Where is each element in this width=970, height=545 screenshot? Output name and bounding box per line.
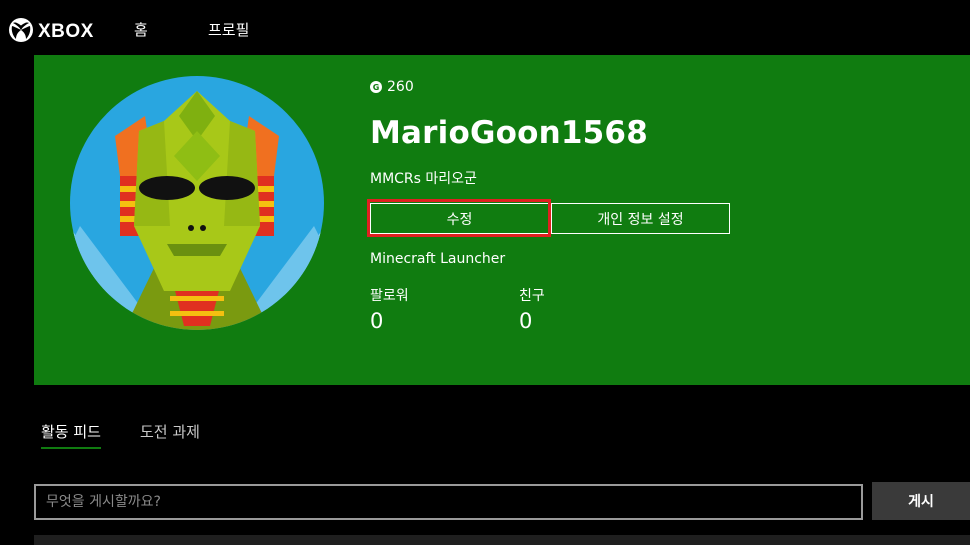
tab-achievements[interactable]: 도전 과제 bbox=[140, 421, 200, 442]
logo-wordmark: XBOX bbox=[38, 21, 94, 42]
post-input[interactable] bbox=[34, 484, 863, 520]
feed-divider bbox=[34, 535, 970, 545]
nav-link-home[interactable]: 홈 bbox=[134, 19, 148, 40]
presence-status: Minecraft Launcher bbox=[370, 251, 506, 267]
profile-banner: G 260 MarioGoon1568 MMCRs 마리오군 수정 개인 정보 … bbox=[34, 55, 970, 385]
xbox-icon bbox=[8, 17, 34, 47]
privacy-settings-button[interactable]: 개인 정보 설정 bbox=[551, 203, 730, 234]
gamerscore-value: 260 bbox=[387, 79, 414, 95]
gamerscore-icon: G bbox=[370, 81, 382, 93]
gamerscore: G 260 bbox=[370, 79, 414, 95]
edit-profile-button[interactable]: 수정 bbox=[370, 203, 549, 234]
xbox-logo[interactable]: XBOX bbox=[8, 17, 94, 47]
friends-count[interactable]: 0 bbox=[519, 309, 532, 333]
friends-label[interactable]: 친구 bbox=[519, 285, 545, 305]
tab-activity-feed[interactable]: 활동 피드 bbox=[41, 421, 101, 449]
nav-link-profile[interactable]: 프로필 bbox=[208, 19, 249, 40]
post-button[interactable]: 게시 bbox=[872, 482, 970, 520]
gamertag: MarioGoon1568 bbox=[370, 115, 648, 151]
real-name: MMCRs 마리오군 bbox=[370, 171, 477, 187]
avatar bbox=[70, 76, 324, 330]
followers-label[interactable]: 팔로워 bbox=[370, 285, 409, 305]
followers-count[interactable]: 0 bbox=[370, 309, 383, 333]
top-nav: XBOX 홈 프로필 bbox=[0, 0, 970, 55]
tribal-mask-avatar-icon bbox=[70, 76, 324, 330]
